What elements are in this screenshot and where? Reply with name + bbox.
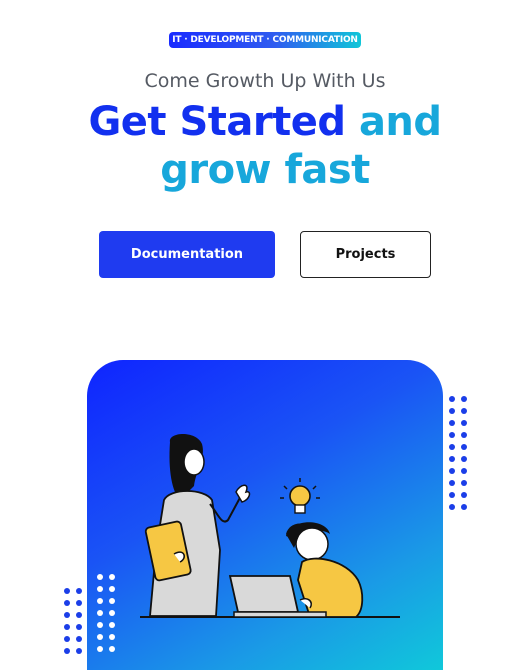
hero-subtitle: Come Growth Up With Us [144, 70, 386, 92]
decorative-dot [461, 480, 467, 486]
decorative-dots-blue-bottom [64, 588, 82, 654]
headline-and: and [358, 99, 442, 145]
category-badge: IT · DEVELOPMENT · COMMUNICATION [169, 32, 361, 48]
decorative-dot [97, 574, 103, 580]
decorative-dot [109, 586, 115, 592]
decorative-dot [461, 432, 467, 438]
decorative-dot [449, 408, 455, 414]
decorative-dot [64, 648, 70, 654]
decorative-dot [76, 624, 82, 630]
decorative-dot [461, 492, 467, 498]
decorative-dot [461, 420, 467, 426]
decorative-dot [449, 444, 455, 450]
decorative-dot [76, 612, 82, 618]
decorative-dot [461, 396, 467, 402]
decorative-dot [449, 396, 455, 402]
decorative-dot [76, 636, 82, 642]
decorative-dot [461, 408, 467, 414]
headline-get-started: Get Started [88, 99, 346, 145]
decorative-dot [461, 456, 467, 462]
decorative-dot [97, 622, 103, 628]
projects-button[interactable]: Projects [300, 231, 431, 278]
decorative-dot [64, 588, 70, 594]
decorative-dot [449, 480, 455, 486]
decorative-dot [97, 634, 103, 640]
decorative-dot [461, 468, 467, 474]
decorative-dot [109, 622, 115, 628]
decorative-dot [97, 610, 103, 616]
decorative-dot [109, 634, 115, 640]
decorative-dot [449, 492, 455, 498]
hero-headline-line1: Get Started and [0, 98, 508, 146]
decorative-dot [449, 468, 455, 474]
decorative-dot [461, 504, 467, 510]
decorative-dot [449, 420, 455, 426]
decorative-dot [97, 598, 103, 604]
decorative-dot [449, 504, 455, 510]
decorative-dot [461, 444, 467, 450]
decorative-dot [97, 646, 103, 652]
decorative-dot [109, 598, 115, 604]
decorative-dot [64, 636, 70, 642]
lightbulb-icon [280, 478, 320, 514]
decorative-dot [97, 586, 103, 592]
decorative-dot [64, 612, 70, 618]
decorative-dots-blue-top [449, 396, 467, 510]
decorative-dot [76, 600, 82, 606]
hero-illustration [140, 434, 400, 618]
decorative-dot [76, 588, 82, 594]
hero-headline-line2: grow fast [160, 147, 370, 193]
documentation-button[interactable]: Documentation [99, 231, 275, 278]
decorative-dot [449, 456, 455, 462]
decorative-dot [109, 646, 115, 652]
decorative-dot [449, 432, 455, 438]
decorative-dot [76, 648, 82, 654]
decorative-dot [64, 600, 70, 606]
decorative-dot [109, 574, 115, 580]
decorative-dots-white-bottom [97, 574, 115, 652]
decorative-dot [109, 610, 115, 616]
decorative-dot [64, 624, 70, 630]
